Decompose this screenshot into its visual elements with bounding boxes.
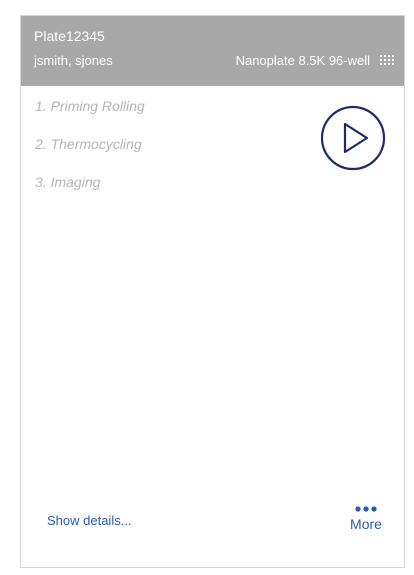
step-number: 1. bbox=[35, 98, 47, 114]
plate-name: Plate12345 bbox=[34, 28, 105, 44]
step-label: Imaging bbox=[50, 174, 101, 190]
more-button[interactable]: More bbox=[346, 504, 386, 532]
protocol-step: 2. Thermocycling bbox=[35, 134, 145, 154]
step-label: Priming Rolling bbox=[50, 98, 145, 114]
more-label: More bbox=[350, 516, 382, 532]
ellipsis-icon bbox=[355, 506, 377, 512]
step-number: 3. bbox=[35, 174, 47, 190]
play-icon bbox=[320, 105, 386, 171]
protocol-step: 3. Imaging bbox=[35, 172, 145, 192]
plate-grid-icon bbox=[380, 55, 394, 65]
protocol-step: 1. Priming Rolling bbox=[35, 96, 145, 116]
plate-type: Nanoplate 8.5K 96-well bbox=[235, 53, 370, 68]
plate-owners: jsmith, sjones bbox=[34, 53, 113, 68]
step-label: Thermocycling bbox=[50, 136, 142, 152]
plate-card-header: Plate12345 jsmith, sjones Nanoplate 8.5K… bbox=[21, 16, 404, 86]
step-number: 2. bbox=[35, 136, 47, 152]
run-plate-button[interactable] bbox=[320, 105, 386, 171]
protocol-steps-list: 1. Priming Rolling 2. Thermocycling 3. I… bbox=[35, 96, 145, 210]
plate-card: Plate12345 jsmith, sjones Nanoplate 8.5K… bbox=[20, 15, 405, 568]
show-details-link[interactable]: Show details... bbox=[47, 513, 132, 528]
